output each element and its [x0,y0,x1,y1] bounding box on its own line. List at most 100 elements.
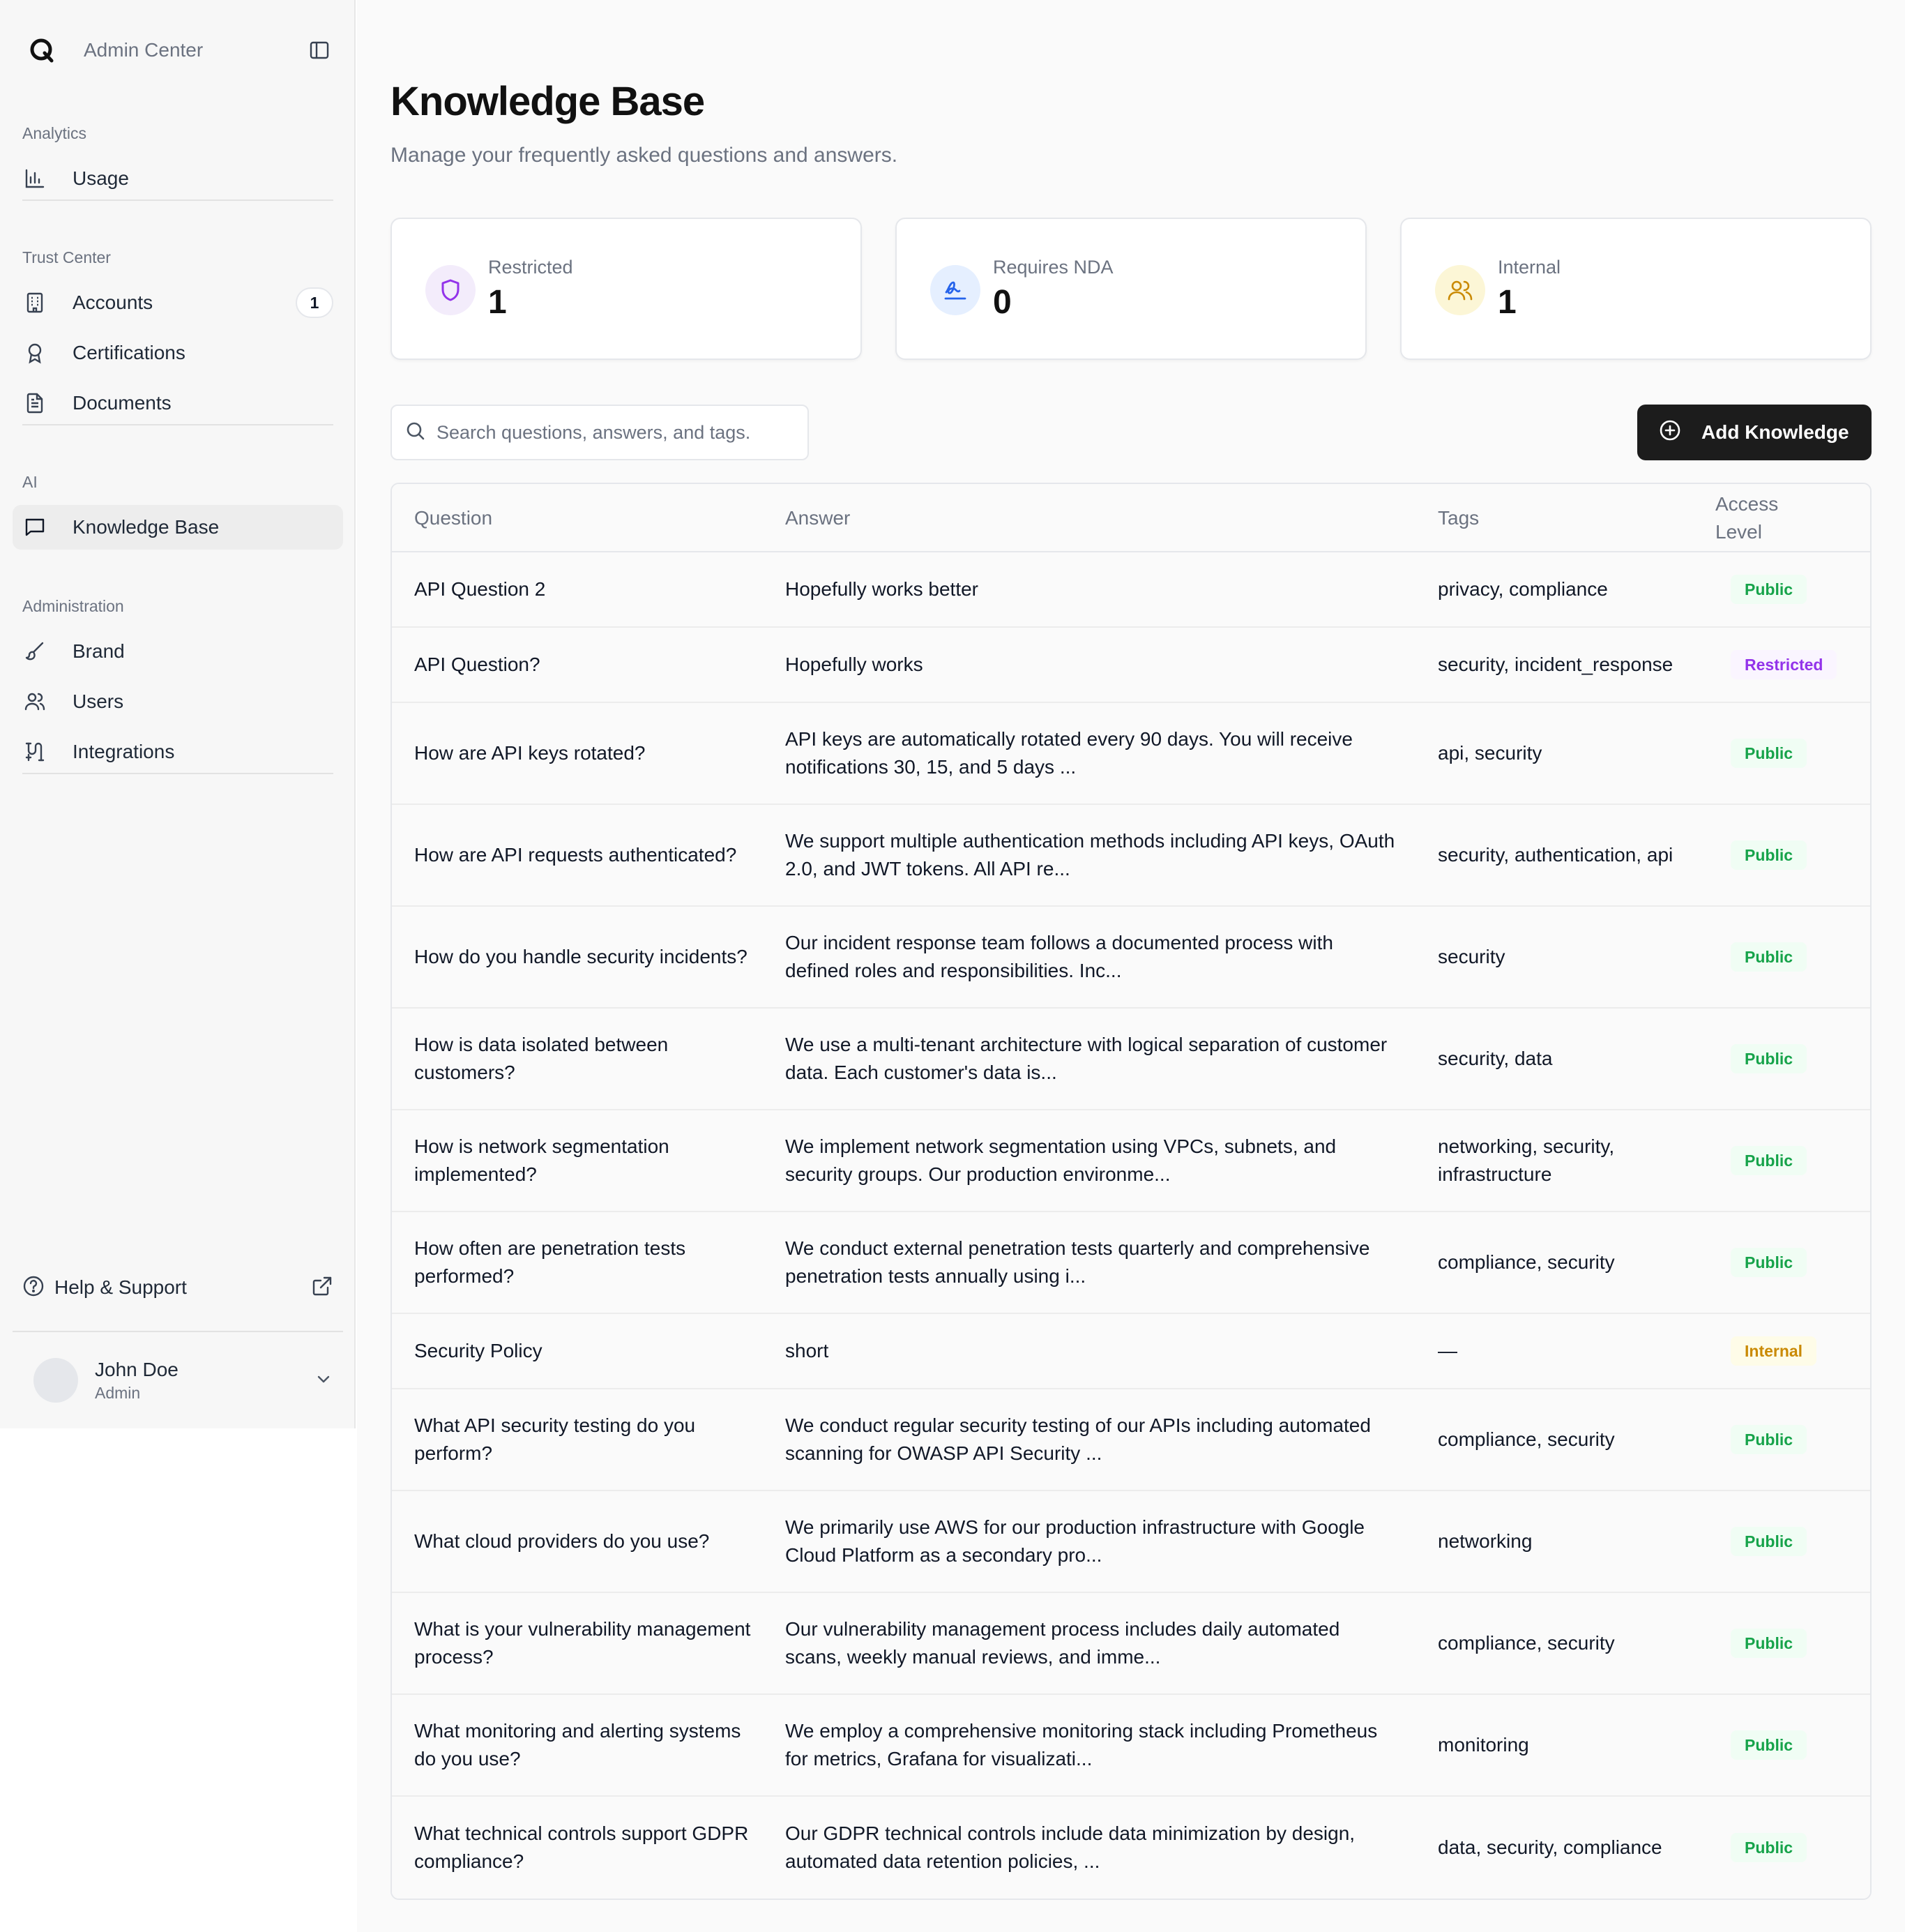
question-cell-text: How are API keys rotated? [414,742,646,764]
access-level-cell: Public [1731,552,1870,626]
sidebar-item-brand[interactable]: Brand [13,629,343,674]
chevron-down-icon[interactable] [314,1369,333,1392]
access-level-cell: Public [1731,1110,1870,1211]
answer-cell: We support multiple authentication metho… [785,805,1399,905]
access-level-cell: Public [1731,703,1870,803]
table-row[interactable]: What monitoring and alerting systems do … [392,1695,1870,1797]
access-level-cell: Public [1731,1695,1870,1795]
help-circle-icon [22,1275,45,1301]
question-cell: API Question? [414,628,763,702]
tags-cell: api, security [1438,703,1710,803]
table-row[interactable]: What API security testing do you perform… [392,1389,1870,1491]
column-header-answer[interactable]: Answer [785,484,1399,552]
sidebar-item-documents[interactable]: Documents [13,381,343,425]
sidebar-item-usage[interactable]: Usage [13,156,343,201]
answer-cell: We use a multi-tenant architecture with … [785,1009,1399,1109]
add-knowledge-button[interactable]: Add Knowledge [1637,405,1872,460]
access-level-badge: Public [1731,1833,1807,1862]
answer-cell: short [785,1314,1399,1388]
question-cell: How often are penetration tests performe… [414,1212,763,1313]
table-row[interactable]: What is your vulnerability management pr… [392,1593,1870,1695]
tags-cell: compliance, security [1438,1593,1710,1693]
table-row[interactable]: How is network segmentation implemented?… [392,1110,1870,1212]
access-level-badge: Public [1731,1527,1807,1556]
sidebar-item-accounts[interactable]: Accounts 1 [13,280,343,325]
question-cell-text: How is network segmentation implemented? [414,1135,669,1185]
question-cell: What API security testing do you perform… [414,1389,763,1490]
external-link-icon[interactable] [311,1275,333,1301]
tags-cell-text: — [1438,1340,1457,1361]
table-row[interactable]: What cloud providers do you use? We prima… [392,1491,1870,1593]
access-level-cell: Public [1731,1593,1870,1693]
user-menu[interactable]: John Doe Admin [33,1356,333,1405]
building-icon [22,290,47,315]
table-body: API Question 2 Hopefully works better priv… [392,552,1870,1899]
stat-card-internal: Internal 1 [1400,218,1872,360]
section-label-trust-center: Trust Center [22,248,111,266]
access-level-cell: Public [1731,1212,1870,1313]
tags-cell-text: compliance, security [1438,1632,1615,1654]
search-field[interactable] [390,405,809,460]
section-label-ai: AI [22,473,38,491]
app-logo-icon[interactable] [22,31,61,70]
question-cell-text: How are API requests authenticated? [414,844,737,866]
search-input[interactable] [437,421,799,444]
question-cell: How is data isolated between customers? [414,1009,763,1109]
signature-icon [930,265,980,315]
access-level-badge: Restricted [1731,650,1837,679]
tags-cell: compliance, security [1438,1389,1710,1490]
sidebar-item-certifications[interactable]: Certifications [13,331,343,375]
table-row[interactable]: How do you handle security incidents? Our… [392,907,1870,1009]
stat-value: 1 [1498,284,1517,321]
tags-cell: data, security, compliance [1438,1797,1710,1899]
sidebar-header: Admin Center [22,31,335,70]
user-role: Admin [95,1383,141,1402]
sidebar-item-integrations[interactable]: Integrations [13,730,343,774]
answer-cell-text: We conduct regular security testing of o… [785,1414,1371,1464]
access-level-cell: Restricted [1731,628,1870,702]
table-row[interactable]: How is data isolated between customers? W… [392,1009,1870,1110]
tags-cell-text: security [1438,946,1505,967]
access-level-badge: Public [1731,1044,1807,1073]
sidebar-item-label: Accounts [73,292,153,313]
app-name: Admin Center [84,39,204,61]
sidebar-item-knowledge-base[interactable]: Knowledge Base [13,505,343,550]
column-header-question[interactable]: Question [414,484,763,552]
sidebar-item-label: Certifications [73,342,185,363]
table-row[interactable]: What technical controls support GDPR com… [392,1797,1870,1899]
column-header-access-level-line1: Access [1715,493,1779,515]
tags-cell: security, incident_response [1438,628,1710,702]
section-label-analytics: Analytics [22,124,87,142]
help-support-link[interactable]: Help & Support [22,1269,333,1306]
column-header-tags[interactable]: Tags [1438,484,1710,552]
table-row[interactable]: API Question? Hopefully works security, in… [392,628,1870,703]
column-header-access-level[interactable]: Access Level [1715,484,1855,552]
table-row[interactable]: How often are penetration tests performe… [392,1212,1870,1314]
question-cell: API Question 2 [414,552,763,626]
column-header-access-level-line2: Level [1715,521,1762,543]
stat-value: 1 [488,284,507,321]
tags-cell-text: api, security [1438,742,1542,764]
stat-label: Internal [1498,257,1561,278]
tags-cell-text: compliance, security [1438,1428,1615,1450]
sidebar-item-users[interactable]: Users [13,679,343,724]
tags-cell-text: security, authentication, api [1438,844,1673,866]
question-cell: How are API keys rotated? [414,703,763,803]
page-subtitle: Manage your frequently asked questions a… [390,144,898,167]
answer-cell-text: Our GDPR technical controls include data… [785,1822,1356,1872]
stat-card-restricted: Restricted 1 [390,218,862,360]
access-level-badge: Public [1731,1425,1807,1454]
table-row[interactable]: How are API requests authenticated? We su… [392,805,1870,907]
answer-cell: Hopefully works [785,628,1399,702]
answer-cell: Our incident response team follows a doc… [785,907,1399,1007]
answer-cell: We implement network segmentation using … [785,1110,1399,1211]
table-row[interactable]: Security Policy short — Internal [392,1314,1870,1389]
table-row[interactable]: How are API keys rotated? API keys are au… [392,703,1870,805]
sidebar-toggle-icon[interactable] [304,35,335,66]
question-cell-text: Security Policy [414,1340,542,1361]
document-icon [22,391,47,416]
accounts-count-badge: 1 [296,287,333,318]
plus-circle-icon [1658,418,1682,447]
sidebar-item-label: Integrations [73,741,175,762]
table-row[interactable]: API Question 2 Hopefully works better priv… [392,552,1870,628]
